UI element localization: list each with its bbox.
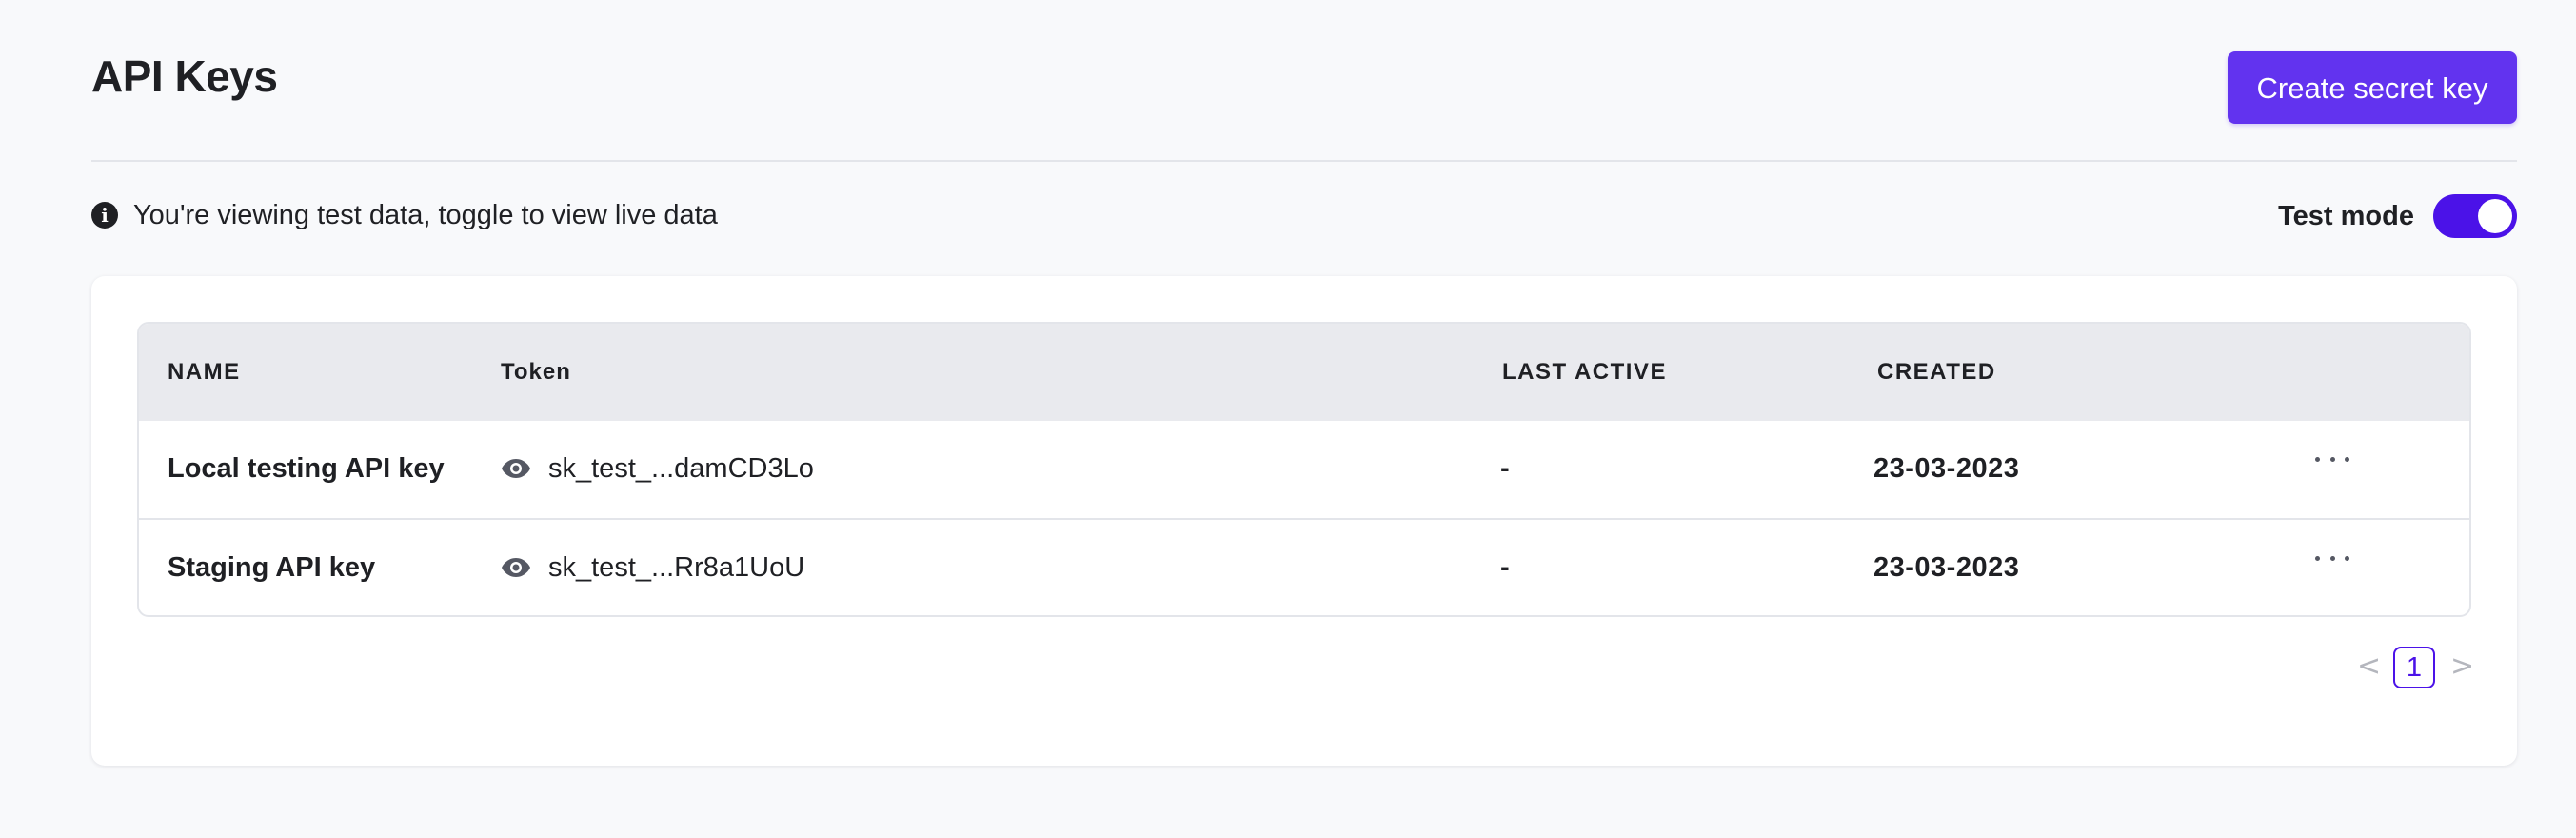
page-number-current[interactable]: 1 <box>2393 647 2435 688</box>
next-page-button[interactable]: > <box>2450 646 2474 689</box>
token-value: sk_test_...damCD3Lo <box>548 453 814 484</box>
api-keys-card: NAME Token LAST ACTIVE CREATED Local tes… <box>91 276 2517 766</box>
prev-page-button[interactable]: < <box>2357 646 2381 689</box>
last-active-value: - <box>1500 453 1510 484</box>
table-row: Local testing API key sk_test_...damCD3L… <box>139 421 2469 518</box>
test-mode-control: Test mode <box>2278 194 2517 238</box>
more-options-button[interactable] <box>2315 549 2349 568</box>
more-dot-icon <box>2345 555 2349 561</box>
column-header-token: Token <box>501 359 571 385</box>
eye-icon[interactable] <box>501 557 531 578</box>
key-token: sk_test_...damCD3Lo <box>501 421 814 516</box>
pagination: < 1 > <box>2357 646 2474 689</box>
table-row: Staging API key sk_test_...Rr8a1UoU - 23… <box>139 518 2469 615</box>
api-keys-table: NAME Token LAST ACTIVE CREATED Local tes… <box>137 322 2471 617</box>
table-header: NAME Token LAST ACTIVE CREATED <box>139 324 2469 421</box>
key-token: sk_test_...Rr8a1UoU <box>501 520 804 615</box>
more-dot-icon <box>2329 555 2335 561</box>
api-keys-page: API Keys Create secret key i You're view… <box>91 0 2517 838</box>
last-active-value: - <box>1500 552 1510 583</box>
created-date: 23-03-2023 <box>1873 453 2020 484</box>
more-dot-icon <box>2315 456 2320 462</box>
more-dot-icon <box>2345 456 2349 462</box>
key-name: Staging API key <box>168 552 376 583</box>
toggle-knob <box>2478 199 2512 233</box>
more-options-button[interactable] <box>2315 449 2349 469</box>
token-value: sk_test_...Rr8a1UoU <box>548 552 805 583</box>
test-mode-label: Test mode <box>2278 200 2414 231</box>
eye-icon[interactable] <box>501 458 531 479</box>
page-header: API Keys Create secret key <box>91 0 2517 162</box>
page-title: API Keys <box>91 51 278 101</box>
more-dot-icon <box>2315 555 2320 561</box>
column-header-created: CREATED <box>1877 359 1996 385</box>
key-name: Local testing API key <box>168 453 445 484</box>
info-icon: i <box>91 202 118 229</box>
more-dot-icon <box>2329 456 2335 462</box>
notice-text: You're viewing test data, toggle to view… <box>133 199 718 230</box>
column-header-last-active: LAST ACTIVE <box>1502 359 1667 385</box>
test-data-notice: i You're viewing test data, toggle to vi… <box>91 196 718 234</box>
column-header-name: NAME <box>168 359 241 385</box>
test-mode-toggle[interactable] <box>2433 194 2517 238</box>
table-body: Local testing API key sk_test_...damCD3L… <box>139 421 2469 615</box>
create-secret-key-button[interactable]: Create secret key <box>2228 51 2517 124</box>
created-date: 23-03-2023 <box>1873 552 2020 583</box>
